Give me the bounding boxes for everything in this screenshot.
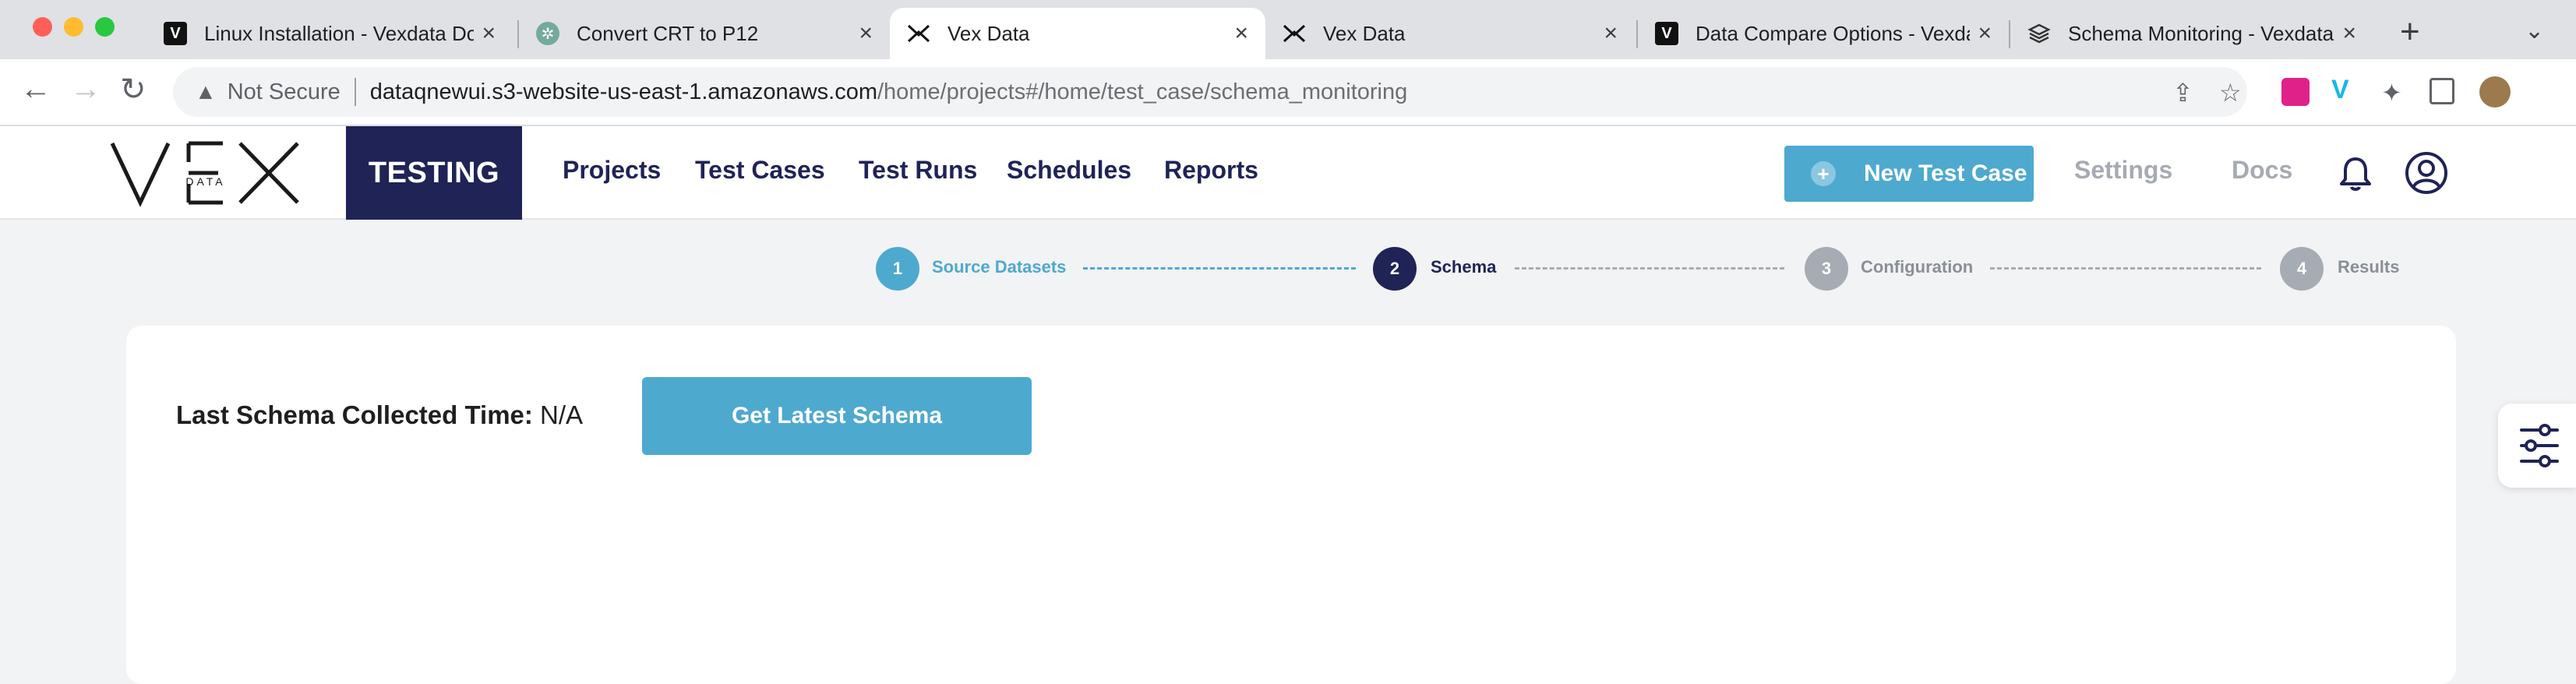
step-connector <box>1990 267 2261 270</box>
logo-sub-text: DATA <box>185 175 225 188</box>
step-4-label: Results <box>2338 257 2400 277</box>
nav-test-cases[interactable]: Test Cases <box>695 156 825 185</box>
browser-tab[interactable]: V Data Compare Options - Vexdata Docs × <box>1638 8 2009 59</box>
browser-tab[interactable]: ✲ Convert CRT to P12 × <box>519 8 890 59</box>
nav-projects[interactable]: Projects <box>563 156 661 185</box>
step-1-number: 1 <box>876 247 919 291</box>
docs-link[interactable]: Docs <box>2232 156 2292 185</box>
filter-sliders-button[interactable] <box>2498 404 2576 488</box>
extension-s-icon[interactable] <box>2281 78 2310 106</box>
get-latest-schema-button[interactable]: Get Latest Schema <box>642 377 1032 455</box>
nav-reports[interactable]: Reports <box>1164 156 1258 185</box>
browser-tab[interactable]: Vex Data × <box>1265 8 1635 59</box>
module-badge: TESTING <box>346 126 522 220</box>
settings-link[interactable]: Settings <box>2074 156 2172 185</box>
tab-title: Convert CRT to P12 <box>577 21 759 45</box>
extensions-puzzle-icon[interactable]: ✦ <box>2381 78 2402 108</box>
zoom-window-button[interactable] <box>95 17 115 37</box>
bell-icon[interactable] <box>2336 154 2375 193</box>
close-icon[interactable]: × <box>859 20 873 47</box>
tab-title: Schema Monitoring - Vexdata Docs <box>2068 21 2334 45</box>
tab-title: Vex Data <box>947 21 1030 45</box>
url-path: /home/projects#/home/test_case/schema_mo… <box>877 79 1408 104</box>
side-panel-icon[interactable] <box>2430 78 2454 104</box>
vex-data-icon <box>907 22 930 45</box>
close-icon[interactable]: × <box>482 20 496 47</box>
bookmark-star-icon[interactable]: ☆ <box>2219 78 2242 108</box>
schema-card <box>126 326 2456 684</box>
browser-toolbar: ← → ↻ ▲ Not Secure dataqnewui.s3-website… <box>0 59 2576 126</box>
close-icon[interactable]: × <box>1978 20 1992 47</box>
step-1-label: Source Datasets <box>932 257 1067 277</box>
browser-tab-active[interactable]: Vex Data × <box>890 8 1265 59</box>
step-connector <box>1083 267 1356 270</box>
step-2-number: 2 <box>1373 247 1417 291</box>
omnibox-divider <box>354 78 356 106</box>
last-schema-collected-label: Last Schema Collected Time: <box>176 400 533 429</box>
minimize-window-button[interactable] <box>64 17 83 37</box>
new-test-case-label: New Test Case <box>1864 160 2027 186</box>
close-icon[interactable]: × <box>1604 20 1618 47</box>
browser-tab[interactable]: V Linux Installation - Vexdata Docs × <box>146 8 513 59</box>
close-icon[interactable]: × <box>2342 20 2356 47</box>
reload-icon[interactable]: ↻ <box>120 72 146 108</box>
new-tab-button[interactable]: + <box>2400 12 2420 51</box>
vex-data-icon <box>1283 22 1306 45</box>
share-icon[interactable]: ⇪ <box>2172 78 2193 108</box>
step-4-number: 4 <box>2280 247 2324 291</box>
nav-schedules[interactable]: Schedules <box>1007 156 1131 185</box>
vex-data-logo[interactable]: DATA <box>109 136 302 210</box>
vexdata-v-icon: V <box>164 22 187 45</box>
browser-tab-strip: V Linux Installation - Vexdata Docs × ✲ … <box>0 0 2576 59</box>
url-host: dataqnewui.s3-website-us-east-1.amazonaw… <box>369 79 877 104</box>
app-header: DATA TESTING Projects Test Cases Test Ru… <box>0 126 2576 220</box>
close-window-button[interactable] <box>33 17 52 37</box>
vimeo-extension-icon[interactable]: V <box>2331 75 2359 104</box>
forward-arrow-icon[interactable]: → <box>70 72 101 107</box>
tab-title: Data Compare Options - Vexdata Docs <box>1696 21 1970 45</box>
step-3-label: Configuration <box>1861 257 1974 277</box>
security-label[interactable]: Not Secure <box>228 79 341 105</box>
nav-test-runs[interactable]: Test Runs <box>859 156 977 185</box>
plus-circle-icon: + <box>1811 161 1836 186</box>
warning-icon[interactable]: ▲ <box>195 79 217 104</box>
step-connector <box>1515 267 1784 270</box>
vexdata-v-icon: V <box>1655 22 1678 45</box>
tab-title: Vex Data <box>1323 21 1406 45</box>
gitbook-icon <box>2027 22 2051 45</box>
browser-tab[interactable]: Schema Monitoring - Vexdata Docs × <box>2010 8 2373 59</box>
back-arrow-icon[interactable]: ← <box>20 72 51 107</box>
step-2-label: Schema <box>1431 257 1497 277</box>
step-3-number: 3 <box>1805 247 1848 291</box>
tab-title: Linux Installation - Vexdata Docs <box>204 21 475 45</box>
close-icon[interactable]: × <box>1234 20 1248 47</box>
sliders-icon <box>2520 424 2559 467</box>
chevron-down-icon[interactable]: ⌄ <box>2525 17 2544 44</box>
user-account-icon[interactable] <box>2405 151 2448 195</box>
last-schema-collected-value: N/A <box>540 400 584 429</box>
address-bar[interactable]: ▲ Not Secure dataqnewui.s3-website-us-ea… <box>173 67 2247 117</box>
profile-avatar-icon[interactable] <box>2479 76 2511 108</box>
chatgpt-icon: ✲ <box>536 22 559 45</box>
last-schema-collected: Last Schema Collected Time: N/A <box>176 400 583 430</box>
new-test-case-button[interactable]: + New Test Case <box>1784 146 2034 202</box>
